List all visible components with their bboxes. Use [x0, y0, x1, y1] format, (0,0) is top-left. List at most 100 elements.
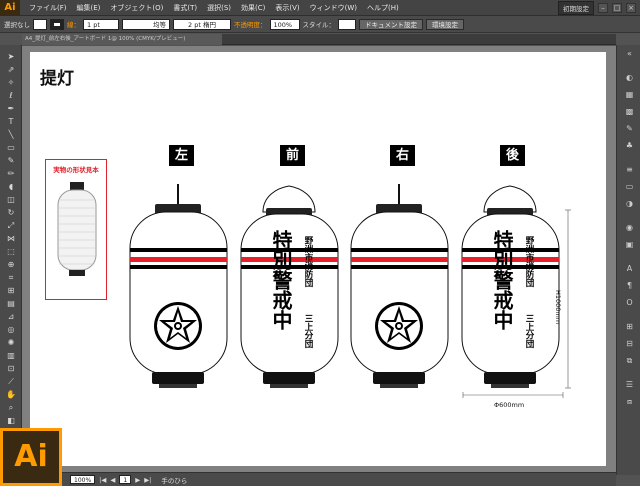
character-icon[interactable]: A [624, 264, 635, 274]
artboard-tool-icon[interactable]: ⊡ [4, 363, 18, 374]
tools-panel: ➤ ⇗ ✧ ℓ ✒ T ╲ ▭ ✎ ✏ ◖ ◫ ↻ ⤢ ⋈ ⬚ ⊕ ⌗ ⊞ ▤ … [0, 45, 22, 430]
pencil-tool-icon[interactable]: ✏ [4, 168, 18, 179]
zoom-field[interactable]: 100% [70, 475, 96, 484]
menu-item-7[interactable]: ウィンドウ(W) [305, 3, 362, 13]
gradient-tool-icon[interactable]: ▤ [4, 298, 18, 309]
sample-lantern-image [57, 182, 97, 276]
big-ai-logo: Ai [0, 428, 62, 486]
stroke-panel-icon[interactable]: ≡ [624, 165, 635, 175]
align-icon[interactable]: ⊟ [624, 339, 635, 349]
document-tab-bar: A4_提灯_前左右後_アートボード 1@ 100% (CMYK/プレビュー) [22, 34, 616, 45]
blob-brush-tool-icon[interactable]: ◖ [4, 181, 18, 192]
zoom-tool-icon[interactable]: ⌕ [4, 402, 18, 413]
brush-dropdown[interactable]: 2 pt 楕円 [173, 18, 231, 30]
fill-swatch[interactable] [33, 18, 47, 30]
magic-wand-tool-icon[interactable]: ✧ [4, 77, 18, 88]
lantern-left[interactable] [126, 182, 231, 396]
menu-item-8[interactable]: ヘルプ(H) [362, 3, 404, 13]
transform-icon[interactable]: ⊞ [624, 322, 635, 332]
style-swatch[interactable] [338, 18, 356, 30]
preferences-button[interactable]: 環境設定 [426, 18, 464, 30]
page-title: 提灯 [40, 69, 74, 89]
width-dimension: Φ600mm [494, 401, 525, 409]
rotate-tool-icon[interactable]: ↻ [4, 207, 18, 218]
type-tool-icon[interactable]: T [4, 116, 18, 127]
brushes-icon[interactable]: ✎ [624, 124, 635, 134]
line-style-dropdown[interactable]: 均等 [122, 18, 170, 30]
pathfinder-icon[interactable]: ⧉ [624, 356, 635, 366]
appearance-icon[interactable]: ◉ [624, 223, 635, 233]
close-button[interactable]: × [626, 2, 636, 13]
blend-tool-icon[interactable]: ◎ [4, 324, 18, 335]
stroke-swatch[interactable] [50, 18, 64, 30]
layers-icon[interactable]: ☰ [624, 380, 635, 390]
main-menu: ファイル(F) 編集(E) オブジェクト(O) 書式(T) 選択(S) 効果(C) 表示(V… [24, 3, 404, 13]
menu-item-6[interactable]: 表示(V) [270, 3, 304, 13]
hand-tool-icon[interactable]: ✋ [4, 389, 18, 400]
canvas[interactable]: 提灯 実物の形状見本 左 前 右 後 特別警戒中 野洲市消防団 三上分団 特別警… [22, 46, 616, 472]
opacity-field[interactable]: 100% [269, 18, 300, 30]
next-page-button[interactable]: ▶ [135, 476, 140, 484]
menu-item-2[interactable]: オブジェクト(O) [105, 3, 168, 13]
opentype-icon[interactable]: O [624, 298, 635, 308]
scale-tool-icon[interactable]: ⤢ [4, 220, 18, 231]
line-tool-icon[interactable]: ╲ [4, 129, 18, 140]
collapse-panels-icon[interactable]: « [624, 49, 635, 59]
app-logo: Ai [0, 0, 20, 16]
column-graph-tool-icon[interactable]: ▥ [4, 350, 18, 361]
page-number-field[interactable]: 1 [119, 475, 132, 484]
symbols-icon[interactable]: ♣ [624, 141, 635, 151]
fill-stroke-icon[interactable]: ◧ [4, 415, 18, 426]
style-label: スタイル： [302, 21, 336, 29]
direct-selection-tool-icon[interactable]: ⇗ [4, 64, 18, 75]
perspective-grid-tool-icon[interactable]: ⌗ [4, 272, 18, 283]
document-tab[interactable]: A4_提灯_前左右後_アートボード 1@ 100% (CMYK/プレビュー) [22, 34, 222, 45]
menu-item-1[interactable]: 編集(E) [72, 3, 106, 13]
panel-dock: « ◐ ▦ ▩ ✎ ♣ ≡ ▭ ◑ ◉ ▣ A ¶ O ⊞ ⊟ ⧉ ☰ ⧈ [616, 45, 640, 475]
height-dimension: H1000mm [554, 290, 562, 325]
color-guide-icon[interactable]: ▦ [624, 90, 635, 100]
front-org-line1: 野洲市消防団 [303, 236, 313, 287]
front-main-text: 特別警戒中 [269, 230, 293, 330]
rectangle-tool-icon[interactable]: ▭ [4, 142, 18, 153]
minimize-button[interactable]: – [598, 2, 608, 13]
status-bar: 100% |◀ ◀ 1 ▶ ▶| 手のひら [22, 472, 616, 486]
gradient-panel-icon[interactable]: ▭ [624, 182, 635, 192]
document-settings-button[interactable]: ドキュメント設定 [359, 18, 423, 30]
symbol-sprayer-tool-icon[interactable]: ✺ [4, 337, 18, 348]
shape-sample-box: 実物の形状見本 [45, 159, 107, 300]
first-page-button[interactable]: |◀ [99, 476, 106, 484]
paragraph-icon[interactable]: ¶ [624, 281, 635, 291]
width-tool-icon[interactable]: ⋈ [4, 233, 18, 244]
view-label-left: 左 [169, 145, 194, 166]
graphic-styles-icon[interactable]: ▣ [624, 240, 635, 250]
transparency-icon[interactable]: ◑ [624, 199, 635, 209]
artboard[interactable]: 提灯 実物の形状見本 左 前 右 後 特別警戒中 野洲市消防団 三上分団 特別警… [30, 52, 606, 466]
view-label-front: 前 [280, 145, 305, 166]
slice-tool-icon[interactable]: ⟋ [4, 376, 18, 387]
lantern-right[interactable] [347, 182, 452, 396]
menu-item-3[interactable]: 書式(T) [168, 3, 202, 13]
eraser-tool-icon[interactable]: ◫ [4, 194, 18, 205]
shape-builder-tool-icon[interactable]: ⊕ [4, 259, 18, 270]
stroke-label[interactable]: 線： [67, 19, 80, 29]
stroke-weight-field[interactable]: 1 pt [83, 18, 119, 30]
menu-item-5[interactable]: 効果(C) [236, 3, 270, 13]
maximize-button[interactable]: □ [612, 2, 622, 13]
lasso-tool-icon[interactable]: ℓ [4, 90, 18, 101]
color-panel-icon[interactable]: ◐ [624, 73, 635, 83]
menu-item-0[interactable]: ファイル(F) [24, 3, 72, 13]
free-transform-tool-icon[interactable]: ⬚ [4, 246, 18, 257]
opacity-label[interactable]: 不透明度： [234, 19, 267, 29]
selection-tool-icon[interactable]: ➤ [4, 51, 18, 62]
artboards-icon[interactable]: ⧈ [624, 397, 635, 407]
swatches-icon[interactable]: ▩ [624, 107, 635, 117]
paintbrush-tool-icon[interactable]: ✎ [4, 155, 18, 166]
last-page-button[interactable]: ▶| [144, 476, 151, 484]
prev-page-button[interactable]: ◀ [110, 476, 115, 484]
menu-item-4[interactable]: 選択(S) [202, 3, 236, 13]
eyedropper-tool-icon[interactable]: ⊿ [4, 311, 18, 322]
mesh-tool-icon[interactable]: ⊞ [4, 285, 18, 296]
workspace-switcher[interactable]: 初期設定 [558, 0, 594, 15]
pen-tool-icon[interactable]: ✒ [4, 103, 18, 114]
